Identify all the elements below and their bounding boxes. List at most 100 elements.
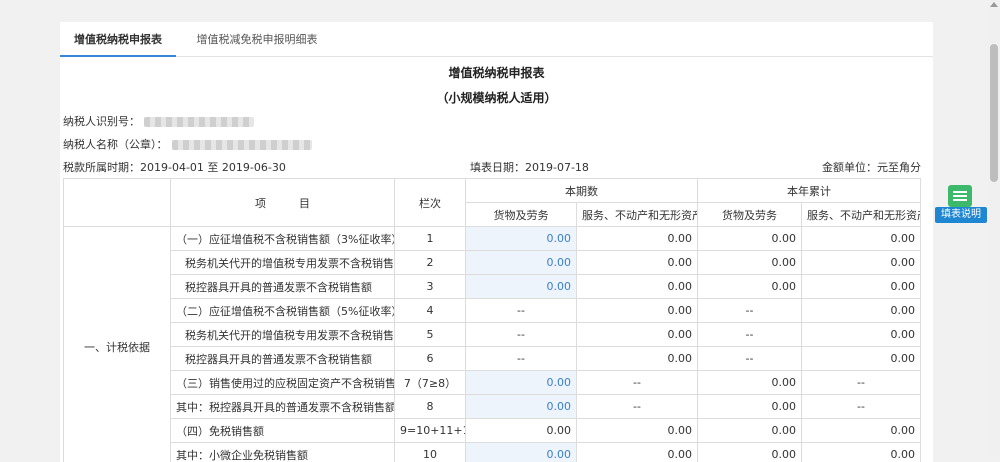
ytd-goods-value: 0.00: [698, 371, 802, 395]
table-row: （二）应征增值税不含税销售额（5%征收率） 4 -- 0.00 -- 0.00: [64, 299, 921, 323]
tab-bar: 增值税纳税申报表 增值税减免税申报明细表: [60, 22, 933, 57]
row-col: 5: [395, 323, 466, 347]
fill-date: 填表日期：2019-07-18: [470, 159, 589, 175]
row-col: 9=10+11+12: [395, 419, 466, 443]
ytd-services-value: 0.00: [802, 323, 921, 347]
table-row: 税务机关代开的增值税专用发票不含税销售额 5 -- 0.00 -- 0.00: [64, 323, 921, 347]
current-goods-value: --: [466, 299, 577, 323]
declaration-table: 项 目 栏次 本期数 本年累计 货物及劳务 服务、不动产和无形资产 货物及劳务 …: [63, 178, 921, 462]
header-ytd-services: 服务、不动产和无形资产: [802, 203, 921, 227]
row-col: 1: [395, 227, 466, 251]
ytd-services-value: 0.00: [802, 275, 921, 299]
row-col: 8: [395, 395, 466, 419]
ytd-goods-value: --: [698, 323, 802, 347]
current-goods-input[interactable]: 0.00: [466, 227, 577, 251]
row-item: （一）应征增值税不含税销售额（3%征收率）: [171, 227, 395, 251]
current-services-value: --: [577, 395, 698, 419]
row-item: 其中：小微企业免税销售额: [171, 443, 395, 462]
form-subtitle: （小规模纳税人适用）: [60, 89, 933, 106]
declaration-panel: 增值税纳税申报表 增值税减免税申报明细表 增值税纳税申报表 （小规模纳税人适用）…: [60, 22, 933, 462]
fill-instructions-button[interactable]: 填表说明: [935, 185, 987, 225]
row-item: 税务机关代开的增值税专用发票不含税销售额: [171, 251, 395, 275]
ytd-goods-value: 0.00: [698, 443, 802, 462]
header-row-1: 项 目 栏次 本期数 本年累计: [64, 179, 921, 203]
row-col: 6: [395, 347, 466, 371]
ytd-services-value: 0.00: [802, 251, 921, 275]
table-row: 税务机关代开的增值税专用发票不含税销售额 2 0.00 0.00 0.00 0.…: [64, 251, 921, 275]
row-item: 其中：税控器具开具的普通发票不含税销售额: [171, 395, 395, 419]
taxpayer-name-label: 纳税人名称（公章）：: [63, 138, 168, 151]
tax-period: 税款所属时期：2019-04-01 至 2019-06-30: [63, 159, 286, 175]
ytd-services-value: 0.00: [802, 227, 921, 251]
ytd-services-value: --: [802, 371, 921, 395]
ytd-goods-value: 0.00: [698, 227, 802, 251]
current-services-value: 0.00: [577, 299, 698, 323]
header-blank: [64, 179, 171, 227]
taxpayer-id-redacted: [144, 117, 254, 127]
current-services-value: 0.00: [577, 323, 698, 347]
page-scrollbar[interactable]: [988, 0, 1000, 456]
ytd-goods-value: --: [698, 347, 802, 371]
taxpayer-name-redacted: [172, 140, 312, 150]
amount-unit: 金额单位：元至角分: [822, 159, 921, 175]
current-services-value: 0.00: [577, 347, 698, 371]
taxpayer-name-row: 纳税人名称（公章）：: [63, 136, 312, 152]
row-item: （三）销售使用过的应税固定资产不含税销售额: [171, 371, 395, 395]
table-row: 其中：税控器具开具的普通发票不含税销售额 8 0.00 -- 0.00 --: [64, 395, 921, 419]
row-item: 税控器具开具的普通发票不含税销售额: [171, 347, 395, 371]
table-row: 其中：小微企业免税销售额 10 0.00 0.00 0.00 0.00: [64, 443, 921, 462]
ytd-services-value: 0.00: [802, 347, 921, 371]
current-goods-value: 0.00: [466, 419, 577, 443]
tab-vat-return[interactable]: 增值税纳税申报表: [60, 22, 176, 57]
table-row: 一、计税依据 （一）应征增值税不含税销售额（3%征收率） 1 0.00 0.00…: [64, 227, 921, 251]
current-services-value: --: [577, 371, 698, 395]
scrollbar-thumb[interactable]: [990, 44, 998, 182]
tab-vat-exemption-detail[interactable]: 增值税减免税申报明细表: [186, 22, 328, 56]
row-item: （二）应征增值税不含税销售额（5%征收率）: [171, 299, 395, 323]
header-col: 栏次: [395, 179, 466, 227]
current-goods-input[interactable]: 0.00: [466, 395, 577, 419]
ytd-services-value: 0.00: [802, 419, 921, 443]
ytd-goods-value: 0.00: [698, 251, 802, 275]
table-row: 税控器具开具的普通发票不含税销售额 3 0.00 0.00 0.00 0.00: [64, 275, 921, 299]
current-services-value: 0.00: [577, 251, 698, 275]
row-col: 10: [395, 443, 466, 462]
header-current-goods: 货物及劳务: [466, 203, 577, 227]
current-goods-input[interactable]: 0.00: [466, 251, 577, 275]
row-item: 税务机关代开的增值税专用发票不含税销售额: [171, 323, 395, 347]
row-col: 2: [395, 251, 466, 275]
table-row: 税控器具开具的普通发票不含税销售额 6 -- 0.00 -- 0.00: [64, 347, 921, 371]
current-goods-input[interactable]: 0.00: [466, 443, 577, 462]
form-meta-row: 税款所属时期：2019-04-01 至 2019-06-30 填表日期：2019…: [63, 159, 921, 173]
row-item: （四）免税销售额: [171, 419, 395, 443]
form-title: 增值税纳税申报表: [60, 64, 933, 81]
current-goods-value: --: [466, 323, 577, 347]
document-icon: [948, 185, 972, 207]
current-goods-input[interactable]: 0.00: [466, 275, 577, 299]
row-col: 3: [395, 275, 466, 299]
table-row: （四）免税销售额 9=10+11+12 0.00 0.00 0.00 0.00: [64, 419, 921, 443]
header-ytd-goods: 货物及劳务: [698, 203, 802, 227]
ytd-services-value: 0.00: [802, 443, 921, 462]
table-row: （三）销售使用过的应税固定资产不含税销售额 7（7≥8） 0.00 -- 0.0…: [64, 371, 921, 395]
header-current-services: 服务、不动产和无形资产: [577, 203, 698, 227]
ytd-services-value: 0.00: [802, 299, 921, 323]
current-services-value: 0.00: [577, 443, 698, 462]
taxpayer-id-row: 纳税人识别号：: [63, 113, 254, 129]
ytd-goods-value: --: [698, 299, 802, 323]
header-ytd: 本年累计: [698, 179, 921, 203]
row-col: 4: [395, 299, 466, 323]
row-item: 税控器具开具的普通发票不含税销售额: [171, 275, 395, 299]
scroll-up-arrow-icon[interactable]: [990, 2, 998, 7]
current-services-value: 0.00: [577, 227, 698, 251]
ytd-services-value: --: [802, 395, 921, 419]
section-label: 一、计税依据: [64, 227, 171, 462]
header-item: 项 目: [171, 179, 395, 227]
current-services-value: 0.00: [577, 275, 698, 299]
current-goods-input[interactable]: 0.00: [466, 371, 577, 395]
row-col: 7（7≥8）: [395, 371, 466, 395]
ytd-goods-value: 0.00: [698, 419, 802, 443]
current-goods-value: --: [466, 347, 577, 371]
ytd-goods-value: 0.00: [698, 275, 802, 299]
current-services-value: 0.00: [577, 419, 698, 443]
